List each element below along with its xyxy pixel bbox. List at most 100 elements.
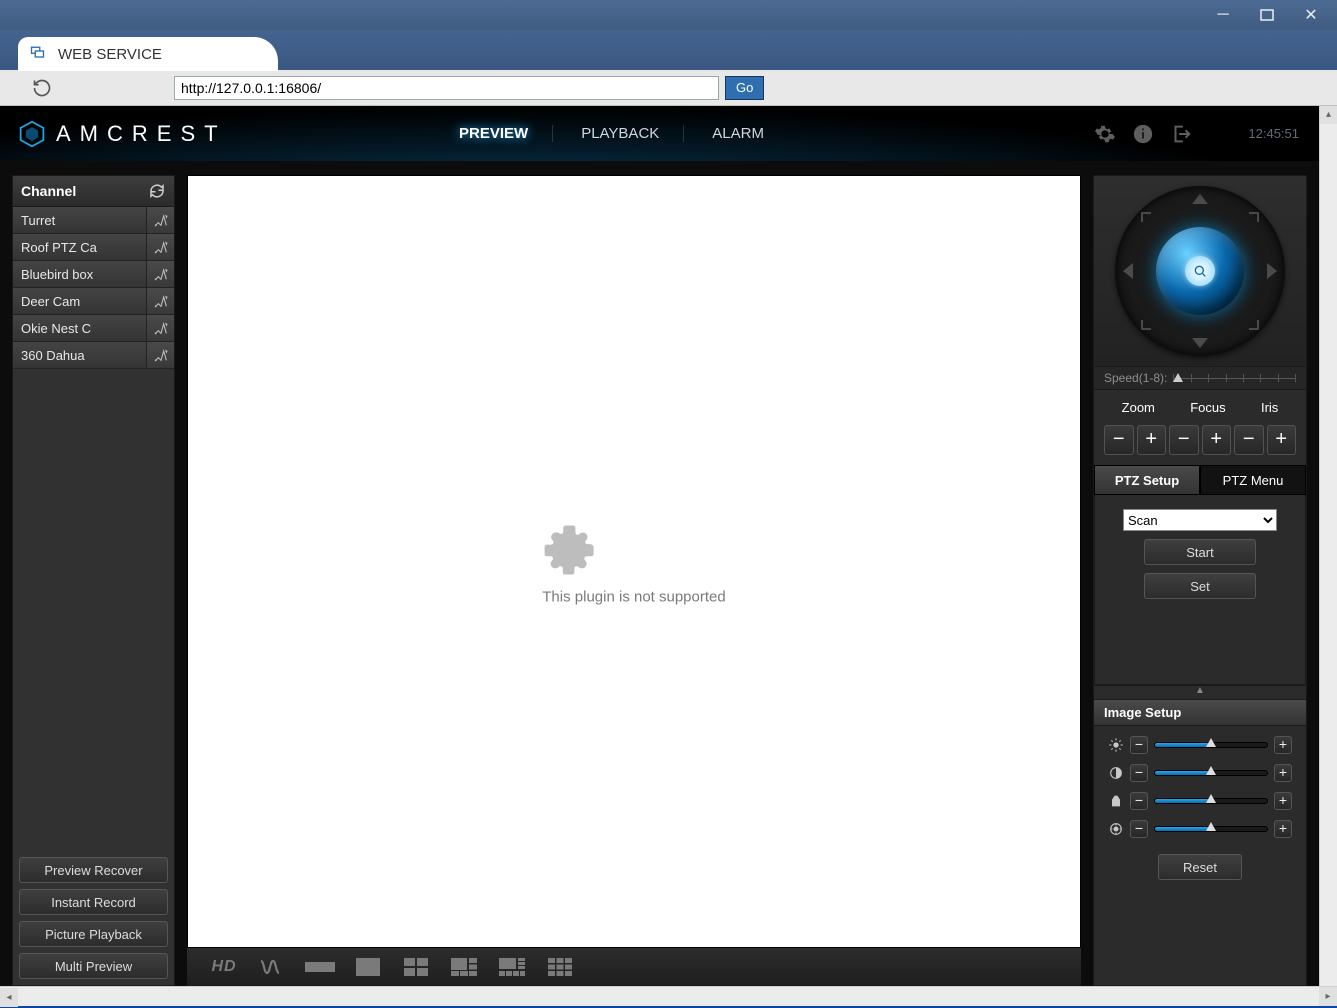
vertical-scrollbar[interactable]: ▴ — [1319, 106, 1337, 986]
zoom-out-button[interactable]: − — [1104, 425, 1134, 455]
brightness-plus[interactable]: + — [1274, 736, 1292, 754]
layout-1-5[interactable] — [445, 954, 483, 980]
ptz-speed-slider[interactable] — [1173, 371, 1296, 385]
ptz-setup-pane: Scan Start Set — [1094, 495, 1306, 685]
hue-plus[interactable]: + — [1274, 792, 1292, 810]
brand-logo: AMCREST — [18, 120, 227, 148]
contrast-minus[interactable]: − — [1130, 764, 1148, 782]
tab-ptz-setup[interactable]: PTZ Setup — [1094, 465, 1200, 495]
reload-button[interactable] — [30, 76, 54, 100]
channel-name: Deer Cam — [13, 294, 146, 309]
channel-stream-button[interactable] — [146, 288, 174, 314]
channel-item[interactable]: 360 Dahua — [13, 342, 174, 369]
logout-icon[interactable] — [1170, 123, 1192, 145]
tab-title: WEB SERVICE — [58, 46, 162, 63]
contrast-plus[interactable]: + — [1274, 764, 1292, 782]
channel-item[interactable]: Roof PTZ Ca — [13, 234, 174, 261]
channel-stream-button[interactable] — [146, 315, 174, 341]
image-reset-button[interactable]: Reset — [1158, 854, 1242, 880]
channel-item[interactable]: Bluebird box — [13, 261, 174, 288]
hue-slider[interactable] — [1154, 798, 1268, 804]
focus-label: Focus — [1190, 400, 1225, 415]
iris-open-button[interactable]: + — [1267, 425, 1297, 455]
url-input[interactable] — [174, 76, 719, 100]
go-button[interactable]: Go — [725, 76, 764, 100]
layout-1-7[interactable] — [493, 954, 531, 980]
channel-stream-button[interactable] — [146, 261, 174, 287]
ptz-down-right[interactable] — [1249, 320, 1259, 330]
ptz-hub-icon — [1185, 256, 1215, 286]
zoom-in-button[interactable]: + — [1137, 425, 1167, 455]
channel-stream-button[interactable] — [146, 234, 174, 260]
fullscreen-icon[interactable] — [301, 954, 339, 980]
layout-2x2[interactable] — [397, 954, 435, 980]
picture-playback-button[interactable]: Picture Playback — [19, 921, 168, 947]
ptz-left[interactable] — [1123, 263, 1133, 279]
hd-toggle[interactable]: HD — [205, 954, 243, 980]
channel-stream-button[interactable] — [146, 207, 174, 233]
ptz-mode-select[interactable]: Scan — [1123, 509, 1277, 531]
multi-preview-button[interactable]: Multi Preview — [19, 953, 168, 979]
ptz-up[interactable] — [1192, 194, 1208, 204]
scroll-right-icon[interactable]: ▸ — [1319, 987, 1337, 1006]
ptz-up-right[interactable] — [1249, 212, 1259, 222]
nav-preview[interactable]: PREVIEW — [455, 125, 553, 142]
close-button[interactable]: ✕ — [1289, 3, 1333, 27]
info-icon[interactable] — [1132, 123, 1154, 145]
saturation-row: − + — [1108, 820, 1292, 838]
channel-panel-title: Channel — [21, 183, 76, 199]
channel-list: Turret Roof PTZ CaBluebird box Deer Cam Oki… — [13, 207, 174, 369]
layout-3x3[interactable] — [541, 954, 579, 980]
contrast-row: − + — [1108, 764, 1292, 782]
preview-recover-button[interactable]: Preview Recover — [19, 857, 168, 883]
focus-in-button[interactable]: + — [1202, 425, 1232, 455]
hue-row: − + — [1108, 792, 1292, 810]
channel-item[interactable]: Okie Nest C — [13, 315, 174, 342]
ptz-set-button[interactable]: Set — [1144, 573, 1256, 599]
nav-playback[interactable]: PLAYBACK — [577, 125, 684, 142]
ptz-right[interactable] — [1267, 263, 1277, 279]
saturation-plus[interactable]: + — [1274, 820, 1292, 838]
iris-close-button[interactable]: − — [1234, 425, 1264, 455]
channel-refresh-button[interactable] — [148, 182, 166, 200]
saturation-slider[interactable] — [1154, 826, 1268, 832]
brightness-slider[interactable] — [1154, 742, 1268, 748]
zoom-label: Zoom — [1122, 400, 1155, 415]
instant-record-button[interactable]: Instant Record — [19, 889, 168, 915]
plugin-placeholder: This plugin is not supported — [542, 518, 725, 605]
channel-item[interactable]: Turret — [13, 207, 174, 234]
app-header: AMCREST PREVIEW PLAYBACK ALARM — [0, 106, 1319, 161]
tab-ptz-menu[interactable]: PTZ Menu — [1200, 465, 1306, 495]
contrast-slider[interactable] — [1154, 770, 1268, 776]
focus-out-button[interactable]: − — [1169, 425, 1199, 455]
browser-tab[interactable]: WEB SERVICE — [18, 37, 278, 71]
gear-icon[interactable] — [1094, 123, 1116, 145]
ptz-up-left[interactable] — [1141, 212, 1151, 222]
ptz-speed-label: Speed(1-8): — [1104, 371, 1167, 385]
maximize-button[interactable] — [1245, 3, 1289, 27]
fluency-icon[interactable] — [253, 954, 291, 980]
brightness-minus[interactable]: − — [1130, 736, 1148, 754]
minimize-button[interactable]: ─ — [1201, 3, 1245, 27]
saturation-icon — [1108, 821, 1124, 837]
hue-minus[interactable]: − — [1130, 792, 1148, 810]
ptz-start-button[interactable]: Start — [1144, 539, 1256, 565]
channel-stream-button[interactable] — [146, 342, 174, 368]
layout-1x1[interactable] — [349, 954, 387, 980]
collapse-bar[interactable]: ▲ — [1094, 685, 1306, 699]
zfi-labels: Zoom Focus Iris — [1104, 400, 1296, 415]
puzzle-icon — [542, 518, 598, 574]
ptz-down[interactable] — [1192, 338, 1208, 348]
scroll-left-icon[interactable]: ◂ — [0, 988, 18, 1007]
video-toolbar: HD — [187, 948, 1081, 986]
nav-alarm[interactable]: ALARM — [708, 125, 788, 142]
saturation-minus[interactable]: − — [1130, 820, 1148, 838]
horizontal-scrollbar[interactable]: ◂ ▸ — [0, 986, 1337, 1006]
scroll-up-icon[interactable]: ▴ — [1320, 106, 1337, 124]
channel-name: Turret — [13, 213, 146, 228]
ptz-down-left[interactable] — [1141, 320, 1151, 330]
channel-item[interactable]: Deer Cam — [13, 288, 174, 315]
ptz-tabs: PTZ Setup PTZ Menu — [1094, 465, 1306, 495]
ptz-hub[interactable] — [1156, 227, 1244, 315]
iris-label: Iris — [1261, 400, 1278, 415]
